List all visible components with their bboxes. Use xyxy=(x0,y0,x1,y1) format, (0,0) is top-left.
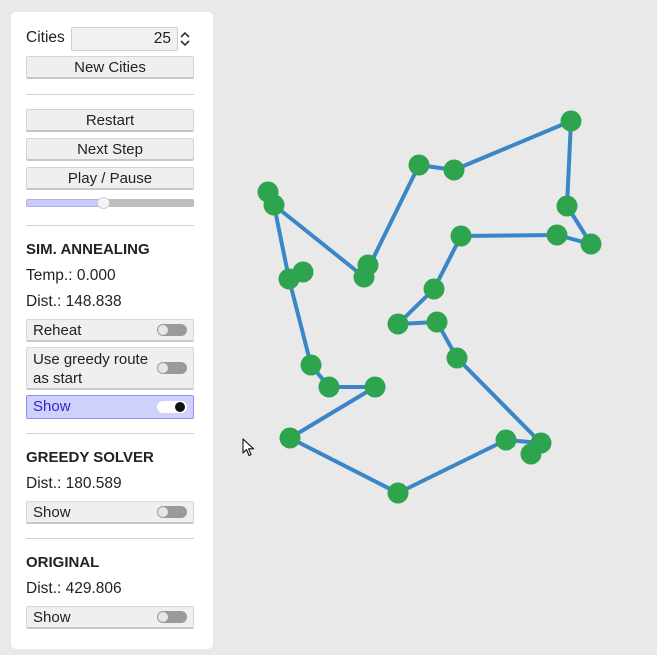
play-pause-button[interactable]: Play / Pause xyxy=(26,167,194,190)
city-point xyxy=(263,194,285,216)
original-title: ORIGINAL xyxy=(26,554,100,571)
divider xyxy=(26,433,194,434)
greedy-start-switch[interactable] xyxy=(157,362,187,374)
annealing-show-toggle[interactable]: Show xyxy=(26,395,194,419)
original-distance: Dist.: 429.806 xyxy=(26,580,122,597)
next-step-button[interactable]: Next Step xyxy=(26,138,194,161)
city-point xyxy=(560,110,582,132)
cities-label: Cities xyxy=(26,29,65,46)
original-show-label: Show xyxy=(33,609,71,626)
city-point xyxy=(279,427,301,449)
original-show-toggle[interactable]: Show xyxy=(26,606,194,629)
route-segment xyxy=(565,119,573,208)
divider xyxy=(26,538,194,539)
annealing-temperature: Temp.: 0.000 xyxy=(26,267,116,284)
city-point xyxy=(426,311,448,333)
up-down-arrows-icon[interactable] xyxy=(179,30,191,48)
mouse-pointer-icon xyxy=(242,438,255,457)
speed-slider[interactable] xyxy=(26,197,194,209)
divider xyxy=(26,225,194,226)
city-point xyxy=(318,376,340,398)
original-show-switch[interactable] xyxy=(157,611,187,623)
city-point xyxy=(423,278,445,300)
route-segment xyxy=(396,438,508,495)
city-point xyxy=(364,376,386,398)
city-point xyxy=(546,224,568,246)
city-point xyxy=(300,354,322,376)
greedy-start-label-line2: as start xyxy=(33,370,83,387)
greedy-show-toggle[interactable]: Show xyxy=(26,501,194,524)
city-point xyxy=(580,233,602,255)
control-panel: Cities New Cities Restart Next Step Play… xyxy=(11,12,213,649)
route-segment xyxy=(287,277,313,367)
restart-button[interactable]: Restart xyxy=(26,109,194,132)
city-point xyxy=(387,482,409,504)
city-point xyxy=(450,225,472,247)
route-segment xyxy=(455,356,543,445)
greedy-show-label: Show xyxy=(33,504,71,521)
annealing-show-switch[interactable] xyxy=(157,401,187,413)
city-point xyxy=(353,266,375,288)
greedy-title: GREEDY SOLVER xyxy=(26,449,154,466)
route-segment xyxy=(459,233,559,238)
city-point xyxy=(530,432,552,454)
speed-slider-thumb[interactable] xyxy=(97,197,110,209)
reheat-toggle[interactable]: Reheat xyxy=(26,319,194,342)
cities-layer xyxy=(257,110,602,504)
annealing-show-label: Show xyxy=(33,398,71,415)
city-point xyxy=(446,347,468,369)
greedy-start-toggle[interactable]: Use greedy route as start xyxy=(26,347,194,390)
greedy-start-label-line1: Use greedy route xyxy=(33,351,149,368)
city-point xyxy=(408,154,430,176)
divider xyxy=(26,94,194,95)
route-segment xyxy=(452,119,573,172)
city-point xyxy=(556,195,578,217)
reheat-switch[interactable] xyxy=(157,324,187,336)
cities-count-input[interactable] xyxy=(71,27,178,51)
city-point xyxy=(278,268,300,290)
city-point xyxy=(443,159,465,181)
reheat-label: Reheat xyxy=(33,322,82,339)
speed-slider-fill xyxy=(26,199,103,207)
annealing-distance: Dist.: 148.838 xyxy=(26,293,122,310)
annealing-title: SIM. ANNEALING xyxy=(26,241,150,258)
city-point xyxy=(495,429,517,451)
route-segment xyxy=(288,436,400,495)
greedy-show-switch[interactable] xyxy=(157,506,187,518)
speed-slider-track xyxy=(103,199,194,207)
new-cities-button[interactable]: New Cities xyxy=(26,56,194,79)
city-point xyxy=(387,313,409,335)
greedy-distance: Dist.: 180.589 xyxy=(26,475,122,492)
